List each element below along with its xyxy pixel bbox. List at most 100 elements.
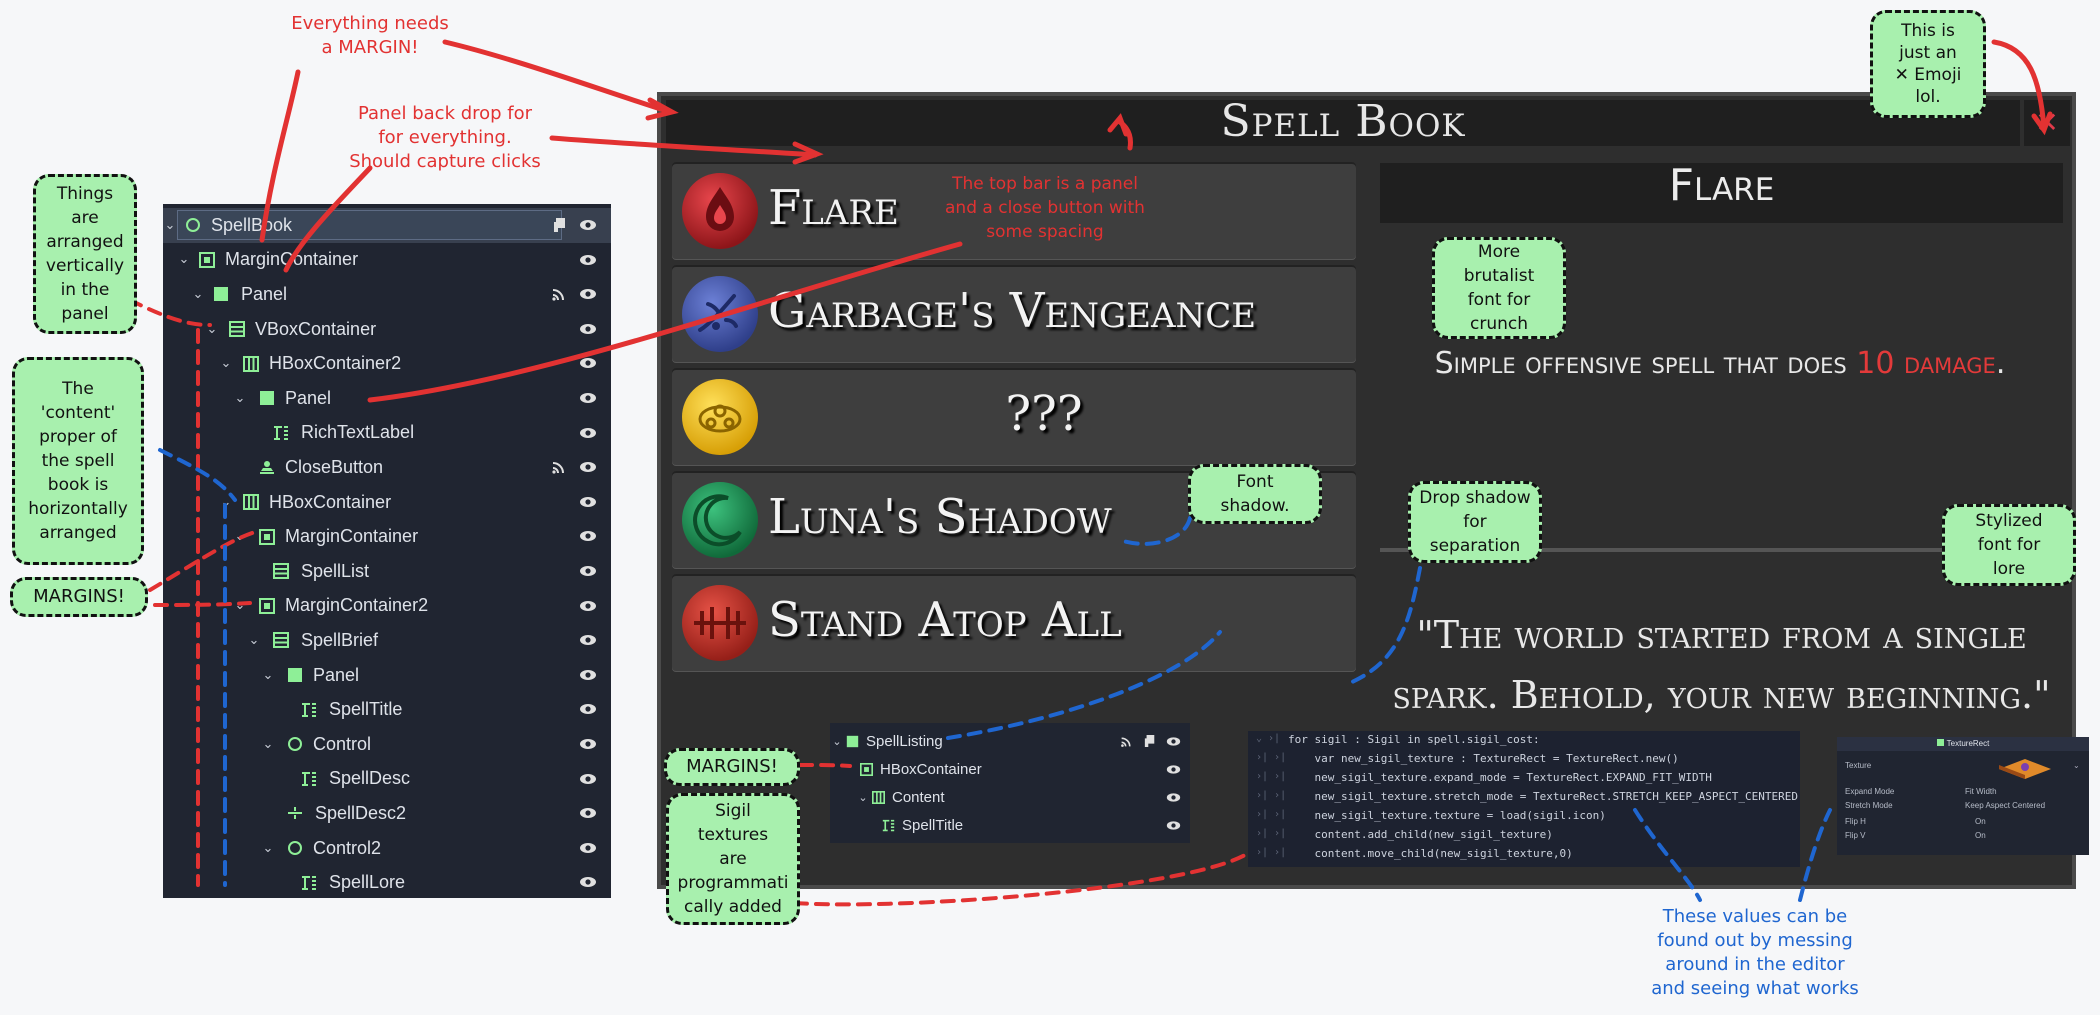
property-value[interactable]: Keep Aspect Centered	[1965, 801, 2045, 810]
code-editor[interactable]: ⌄ ›| for sigil : Sigil in spell.sigil_cos…	[1248, 731, 1800, 867]
visibility-eye-icon[interactable]	[579, 320, 597, 338]
visibility-eye-icon[interactable]	[579, 251, 597, 269]
inspector-row-stretch-mode[interactable]: Stretch Mode Keep Aspect Centered	[1845, 801, 2081, 815]
tree-node-label: RichTextLabel	[301, 422, 415, 443]
chevron-down-icon[interactable]: ⌄	[233, 598, 247, 613]
bubble-content: The 'content' proper of the spell book i…	[12, 357, 144, 565]
chevron-down-icon[interactable]: ⌄	[2073, 761, 2080, 770]
chevron-down-icon[interactable]: ⌄	[177, 252, 191, 267]
visibility-eye-icon[interactable]	[579, 666, 597, 684]
bubble-drop-shadow: Drop shadow for separation	[1408, 481, 1542, 563]
tree-row-spellbrief[interactable]: ⌄ SpellBrief	[163, 623, 611, 658]
tree-row-hboxcontainer2[interactable]: ⌄ HBoxContainer2	[163, 346, 611, 381]
spell-button-stand-atop-all[interactable]: Stand Atop All	[672, 574, 1356, 672]
tree-row-spelldesc2[interactable]: SpellDesc2	[163, 796, 611, 831]
tree-node-label: VBoxContainer	[255, 318, 377, 339]
chevron-down-icon[interactable]: ⌄	[163, 218, 177, 233]
indent-gutter-icon: ›| ›|	[1256, 790, 1287, 801]
tree-row-panel[interactable]: ⌄ Panel	[163, 277, 611, 312]
tree-row-spellbook[interactable]: ⌄ SpellBook	[163, 208, 611, 243]
signal-icon[interactable]	[1120, 735, 1133, 748]
chevron-down-icon[interactable]: ⌄	[261, 668, 275, 683]
tree-row-spelllore[interactable]: SpellLore	[163, 865, 611, 900]
tree-row-content[interactable]: ⌄ Content	[830, 783, 1190, 811]
visibility-eye-icon[interactable]	[579, 873, 597, 891]
visibility-eye-icon[interactable]	[1166, 790, 1181, 805]
visibility-eye-icon[interactable]	[1166, 762, 1181, 777]
tree-row-panel-topbar[interactable]: ⌄ Panel	[163, 381, 611, 416]
spell-button-garbages-vengeance[interactable]: Garbage's Vengeance	[672, 265, 1356, 363]
visibility-eye-icon[interactable]	[579, 770, 597, 788]
tree-node-label: HBoxContainer	[269, 491, 392, 512]
chevron-down-icon[interactable]: ⌄	[856, 791, 870, 804]
signal-icon[interactable]	[551, 286, 567, 302]
chevron-down-icon[interactable]: ⌄	[205, 322, 219, 337]
tree-row-hboxcontainer-listing[interactable]: HBoxContainer	[830, 755, 1190, 783]
tree-row-control[interactable]: ⌄ Control	[163, 727, 611, 762]
spell-button-unknown[interactable]: ???	[672, 368, 1356, 466]
flare-sigil-icon	[682, 173, 758, 249]
property-value[interactable]: On	[1975, 817, 1986, 826]
visibility-eye-icon[interactable]	[579, 285, 597, 303]
chevron-down-icon[interactable]: ⌄	[830, 735, 844, 748]
chevron-down-icon[interactable]: ⌄	[219, 495, 233, 510]
signal-icon[interactable]	[551, 459, 567, 475]
tree-row-control2[interactable]: ⌄ Control2	[163, 831, 611, 866]
tree-row-spelllisting[interactable]: ⌄ SpellListing	[830, 727, 1190, 755]
vbox-container-icon	[229, 321, 245, 338]
inspector-row-flip-v[interactable]: Flip V On	[1845, 831, 2081, 845]
tree-row-spelltitle[interactable]: SpellTitle	[163, 692, 611, 727]
inspector-row-expand-mode[interactable]: Expand Mode Fit Width	[1845, 787, 2081, 801]
inspector-row-texture[interactable]: Texture ⌄	[1845, 759, 2081, 779]
visibility-eye-icon[interactable]	[579, 389, 597, 407]
code-line: ›| ›| new_sigil_texture.expand_mode = Te…	[1248, 771, 1800, 790]
chevron-down-icon[interactable]: ⌄	[233, 529, 247, 544]
tree-row-margincontainer2[interactable]: ⌄ MarginContainer2	[163, 589, 611, 624]
chevron-down-icon[interactable]: ⌄	[219, 356, 233, 371]
note-topbar: The top bar is a panel and a close butto…	[945, 174, 1145, 242]
spell-name: Stand Atop All	[768, 592, 1122, 648]
visibility-eye-icon[interactable]	[579, 493, 597, 511]
visibility-eye-icon[interactable]	[579, 216, 597, 234]
texture-preview-icon[interactable]	[1995, 755, 2055, 781]
visibility-eye-icon[interactable]	[1166, 734, 1181, 749]
note-backdrop: Panel back drop for for everything. Shou…	[349, 103, 541, 172]
inspector-row-flip-h[interactable]: Flip H On	[1845, 817, 2081, 831]
property-value[interactable]: On	[1975, 831, 1986, 840]
tree-row-hboxcontainer[interactable]: ⌄ HBoxContainer	[163, 485, 611, 520]
chevron-down-icon[interactable]: ⌄	[247, 633, 261, 648]
tree-row-closebutton[interactable]: CloseButton	[163, 450, 611, 485]
tree-row-panel-brief[interactable]: ⌄ Panel	[163, 658, 611, 693]
stand-sigil-icon	[682, 585, 758, 661]
visibility-eye-icon[interactable]	[579, 597, 597, 615]
tree-row-spelllist[interactable]: SpellList	[163, 554, 611, 589]
tree-row-spelltitle-listing[interactable]: SpellTitle	[830, 811, 1190, 839]
visibility-eye-icon[interactable]	[579, 700, 597, 718]
tree-row-margincontainer[interactable]: ⌄ MarginContainer	[163, 243, 611, 278]
script-icon[interactable]	[1144, 734, 1156, 748]
visibility-eye-icon[interactable]	[579, 839, 597, 857]
property-value[interactable]: Fit Width	[1965, 787, 1997, 796]
chevron-down-icon[interactable]: ⌄	[261, 737, 275, 752]
visibility-eye-icon[interactable]	[579, 354, 597, 372]
visibility-eye-icon[interactable]	[579, 804, 597, 822]
visibility-eye-icon[interactable]	[579, 735, 597, 753]
tree-node-label: SpellDesc	[329, 768, 411, 789]
tree-node-label: Control	[313, 733, 372, 754]
tree-node-label: SpellTitle	[329, 699, 403, 720]
script-icon[interactable]	[553, 217, 567, 233]
visibility-eye-icon[interactable]	[1166, 818, 1181, 833]
chevron-down-icon[interactable]: ⌄	[233, 391, 247, 406]
tree-row-margincontainer-list[interactable]: ⌄ MarginContainer	[163, 519, 611, 554]
visibility-eye-icon[interactable]	[579, 424, 597, 442]
chevron-down-icon[interactable]: ⌄	[261, 841, 275, 856]
visibility-eye-icon[interactable]	[579, 562, 597, 580]
tree-row-spelldesc[interactable]: SpellDesc	[163, 762, 611, 797]
close-button[interactable]: ✕	[2024, 100, 2070, 146]
tree-row-richtextlabel[interactable]: RichTextLabel	[163, 416, 611, 451]
visibility-eye-icon[interactable]	[579, 458, 597, 476]
tree-row-vboxcontainer[interactable]: ⌄ VBoxContainer	[163, 312, 611, 347]
visibility-eye-icon[interactable]	[579, 527, 597, 545]
visibility-eye-icon[interactable]	[579, 631, 597, 649]
chevron-down-icon[interactable]: ⌄	[191, 287, 205, 302]
